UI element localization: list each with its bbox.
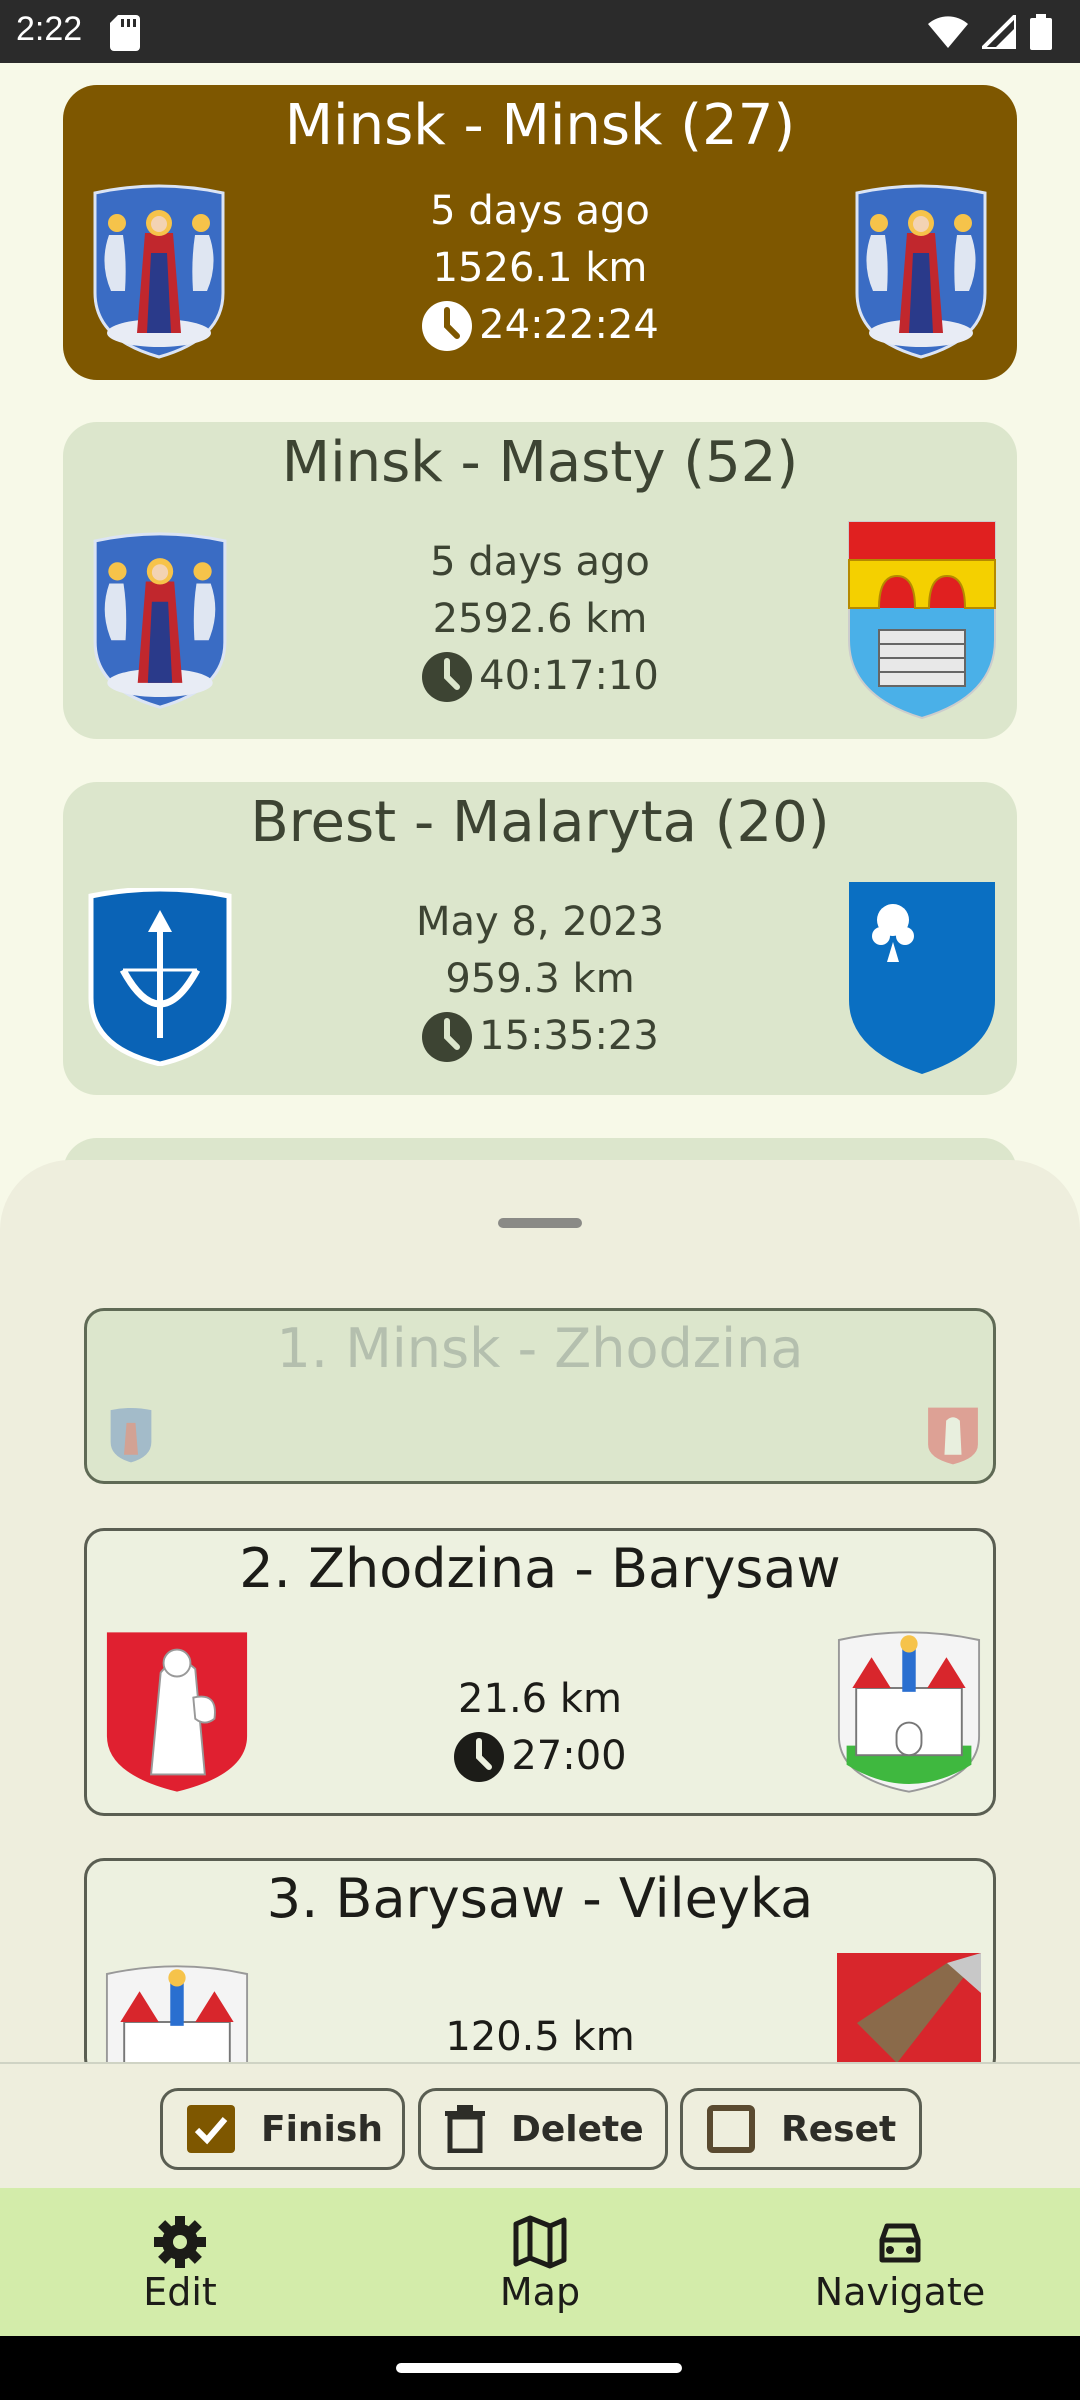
route-title: Minsk - Masty (52) [281, 430, 799, 495]
route-title: Minsk - Minsk (27) [284, 93, 796, 158]
system-navigation-bar [0, 2336, 1080, 2400]
zhodzina-coat-of-arms-icon [928, 1407, 978, 1465]
route-card[interactable]: Minsk - Masty (52) 5 days ago 2592.6 km … [63, 422, 1017, 739]
nav-navigate[interactable]: Navigate [720, 2188, 1080, 2336]
finish-button[interactable]: Finish [160, 2088, 405, 2170]
gear-icon [154, 2216, 206, 2268]
nav-map[interactable]: Map [360, 2188, 720, 2336]
route-duration: 24:22:24 [479, 302, 659, 348]
segment-title: 1. Minsk - Zhodzina [276, 1317, 804, 1380]
segment-card[interactable]: 3. Barysaw - Vileyka 120.5 km [84, 1858, 996, 2078]
nav-edit[interactable]: Edit [0, 2188, 360, 2336]
reset-label: Reset [781, 2108, 897, 2150]
segment-card[interactable]: 2. Zhodzina - Barysaw 21.6 km 27:00 [84, 1528, 996, 1816]
checkbox-checked-icon [187, 2105, 235, 2153]
car-icon [879, 2223, 921, 2263]
drag-handle[interactable] [498, 1218, 582, 1228]
route-duration: 15:35:23 [479, 1013, 659, 1059]
segment-card[interactable]: 1. Minsk - Zhodzina [84, 1308, 996, 1484]
trash-icon [445, 2105, 485, 2153]
nav-edit-label: Edit [143, 2270, 217, 2314]
checkbox-empty-icon [707, 2105, 755, 2153]
route-duration: 40:17:10 [479, 653, 659, 699]
segment-title: 3. Barysaw - Vileyka [266, 1867, 814, 1930]
minsk-coat-of-arms-icon [855, 184, 987, 359]
vileyka-coat-of-arms-icon [837, 1953, 981, 2075]
clock-icon [422, 1011, 473, 1062]
sd-card-icon [110, 15, 140, 51]
wifi-icon [928, 16, 968, 48]
bottom-navigation: Edit Map Navigate [0, 2188, 1080, 2336]
status-time: 2:22 [16, 10, 83, 48]
battery-icon [1030, 14, 1052, 50]
delete-label: Delete [511, 2108, 644, 2150]
nav-navigate-label: Navigate [814, 2270, 986, 2314]
nav-map-label: Map [499, 2270, 581, 2314]
barysaw-coat-of-arms-icon [837, 1631, 981, 1793]
delete-button[interactable]: Delete [418, 2088, 668, 2170]
reset-button[interactable]: Reset [680, 2088, 922, 2170]
clock-icon [454, 1731, 505, 1782]
route-card[interactable]: Brest - Malaryta (20) May 8, 2023 959.3 … [63, 782, 1017, 1095]
action-bar: Finish Delete Reset [0, 2062, 1080, 2188]
route-title: Brest - Malaryta (20) [250, 790, 830, 855]
route-card[interactable]: Minsk - Minsk (27) 5 days ago 1526.1 km … [63, 85, 1017, 380]
clock-icon [422, 300, 473, 351]
clock-icon [422, 651, 473, 702]
minsk-coat-of-arms-icon [110, 1407, 152, 1463]
segment-duration: 27:00 [511, 1733, 627, 1779]
signal-icon [982, 15, 1016, 49]
status-bar: 2:22 [0, 0, 1080, 63]
masty-coat-of-arms-icon [848, 521, 996, 720]
map-icon [513, 2215, 567, 2269]
segment-title: 2. Zhodzina - Barysaw [239, 1537, 841, 1600]
malaryta-coat-of-arms-icon [849, 882, 995, 1074]
finish-label: Finish [261, 2108, 383, 2150]
home-gesture-bar[interactable] [396, 2363, 682, 2373]
